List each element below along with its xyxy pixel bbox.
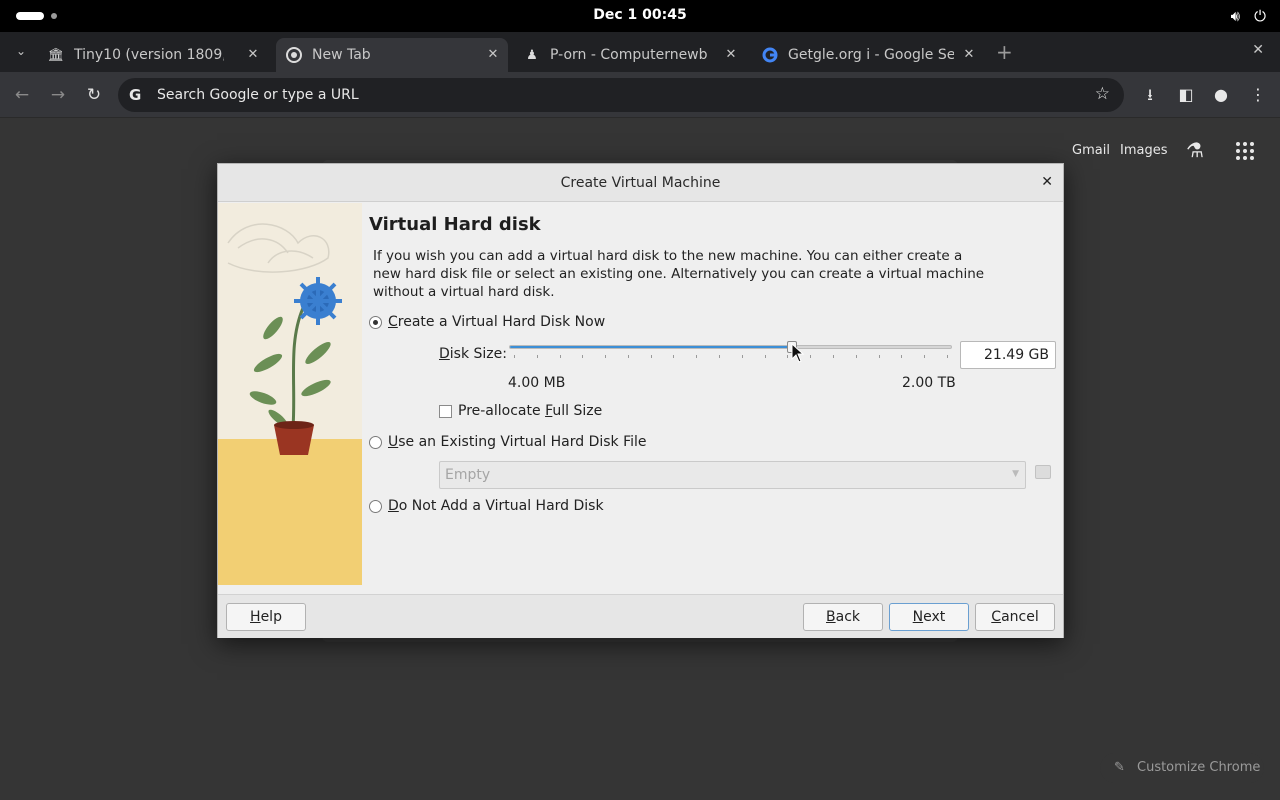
tab-title: Tiny10 (version 1809, 22 [74, 47, 224, 63]
tab-strip: ⌄ 🏛︎ Tiny10 (version 1809, 22 ✕ New Tab … [0, 32, 1280, 72]
system-tray[interactable]: 🔊︎ ⏻ [1231, 7, 1266, 25]
no-disk-label[interactable]: Do Not Add a Virtual Hard Disk [388, 498, 604, 514]
new-tab-plus-icon[interactable]: + [996, 40, 1013, 64]
reload-icon[interactable]: ↻ [83, 84, 105, 106]
disk-size-label: Disk Size: [439, 346, 507, 362]
slider-tick [855, 355, 857, 358]
slider-tick [536, 355, 538, 358]
existing-disk-combo-value: Empty [445, 467, 491, 483]
dialog-titlebar: Create Virtual Machine ✕ [218, 164, 1063, 202]
preallocate-label[interactable]: Pre-allocate Full Size [458, 403, 602, 419]
help-button[interactable]: Help [226, 603, 306, 631]
close-tab-icon[interactable]: ✕ [244, 46, 262, 64]
tab-tiny10[interactable]: 🏛︎ Tiny10 (version 1809, 22 ✕ [40, 38, 268, 72]
slider-tick [605, 355, 607, 358]
slider-tick [514, 355, 515, 358]
slider-tick [764, 355, 766, 358]
side-panel-icon[interactable]: ◧ [1175, 84, 1197, 106]
slider-tick [787, 355, 789, 358]
site-icon: ♟ [526, 47, 538, 63]
window-close-icon[interactable]: ✕ [1252, 42, 1264, 58]
disk-size-input[interactable]: 21.49 GB [960, 341, 1056, 369]
google-g-icon: G [129, 86, 142, 104]
slider-tick [810, 355, 812, 358]
chrome-icon [286, 47, 302, 63]
slider-tick [650, 355, 652, 358]
preallocate-checkbox[interactable] [439, 405, 452, 418]
slider-tick [719, 355, 721, 358]
customize-chrome-button[interactable]: ✎ Customize Chrome [1100, 753, 1264, 783]
tab-getgle[interactable]: Getgle.org i - Google Sea ✕ [752, 38, 984, 72]
slider-tick [878, 355, 880, 358]
omnibox[interactable]: G Search Google or type a URL ☆ [118, 78, 1124, 112]
back-arrow-icon[interactable]: ← [11, 84, 33, 106]
tab-title: Getgle.org i - Google Sea [788, 47, 954, 63]
use-existing-disk-label[interactable]: Use an Existing Virtual Hard Disk File [388, 434, 647, 450]
mouse-cursor-icon [791, 342, 805, 367]
browser-toolbar: ← → ↻ G Search Google or type a URL ☆ ⭳ … [0, 72, 1280, 118]
customize-chrome-label: Customize Chrome [1137, 760, 1261, 775]
menu-kebab-icon[interactable]: ⋮ [1247, 84, 1269, 106]
labs-flask-icon[interactable]: ⚗ [1186, 138, 1204, 162]
volume-icon[interactable]: 🔊︎ [1231, 7, 1240, 25]
no-disk-radio[interactable] [369, 500, 382, 513]
dialog-close-icon[interactable]: ✕ [1041, 174, 1053, 190]
power-icon[interactable]: ⏻ [1254, 7, 1266, 25]
images-link[interactable]: Images [1120, 143, 1168, 158]
tab-title: New Tab [312, 47, 371, 63]
back-button[interactable]: Back [803, 603, 883, 631]
omnibox-placeholder[interactable]: Search Google or type a URL [157, 87, 359, 103]
google-icon [762, 47, 778, 63]
disk-size-slider[interactable] [509, 341, 952, 353]
forward-arrow-icon[interactable]: → [47, 84, 69, 106]
dialog-footer: Help Back Next Cancel [218, 594, 1063, 638]
slider-tick [741, 355, 743, 358]
slider-tick [559, 355, 561, 358]
close-tab-icon[interactable]: ✕ [484, 46, 502, 64]
slider-tick [901, 355, 903, 358]
gmail-link[interactable]: Gmail [1072, 143, 1110, 158]
pencil-icon: ✎ [1114, 760, 1125, 775]
tab-title: P-orn - Computernewb W [550, 47, 712, 63]
system-top-bar: Dec 1 00:45 🔊︎ ⏻ [0, 0, 1280, 32]
existing-disk-combo[interactable]: Empty ▼ [439, 461, 1026, 489]
page-heading: Virtual Hard disk [369, 214, 541, 235]
slider-tick [832, 355, 834, 358]
tab-porn-computernewb[interactable]: ♟ P-orn - Computernewb W ✕ [514, 38, 746, 72]
profile-icon[interactable]: ● [1210, 84, 1232, 106]
tab-search-chevron-icon[interactable]: ⌄ [12, 42, 30, 60]
slider-tick [627, 355, 629, 358]
clock[interactable]: Dec 1 00:45 [0, 7, 1280, 23]
flower-illustration-icon [227, 223, 342, 455]
create-vm-dialog: Create Virtual Machine ✕ Virtual Hard di… [217, 163, 1064, 638]
page-description: If you wish you can add a virtual hard d… [373, 248, 985, 300]
cancel-button[interactable]: Cancel [975, 603, 1055, 631]
create-disk-now-radio[interactable] [369, 316, 382, 329]
tab-new-tab[interactable]: New Tab ✕ [276, 38, 508, 72]
slider-tick [924, 355, 926, 358]
disk-size-slider-fill [510, 346, 793, 348]
archive-icon: 🏛︎ [47, 47, 65, 63]
wizard-illustration [218, 203, 362, 585]
disk-size-max-label: 2.00 TB [902, 375, 956, 391]
close-tab-icon[interactable]: ✕ [960, 46, 978, 64]
slider-tick [946, 355, 948, 358]
slider-ticks [514, 355, 948, 359]
slider-tick [696, 355, 698, 358]
disk-size-min-label: 4.00 MB [508, 375, 566, 391]
chevron-down-icon: ▼ [1012, 469, 1019, 479]
create-disk-now-label[interactable]: Create a Virtual Hard Disk Now [388, 314, 605, 330]
download-icon[interactable]: ⭳ [1139, 84, 1161, 106]
close-tab-icon[interactable]: ✕ [722, 46, 740, 64]
bookmark-star-icon[interactable]: ☆ [1095, 84, 1110, 104]
next-button[interactable]: Next [889, 603, 969, 631]
slider-tick [673, 355, 675, 358]
choose-disk-folder-icon[interactable] [1035, 465, 1051, 479]
use-existing-disk-radio[interactable] [369, 436, 382, 449]
google-apps-icon[interactable] [1236, 142, 1254, 160]
slider-tick [582, 355, 584, 358]
dialog-title: Create Virtual Machine [560, 175, 721, 191]
